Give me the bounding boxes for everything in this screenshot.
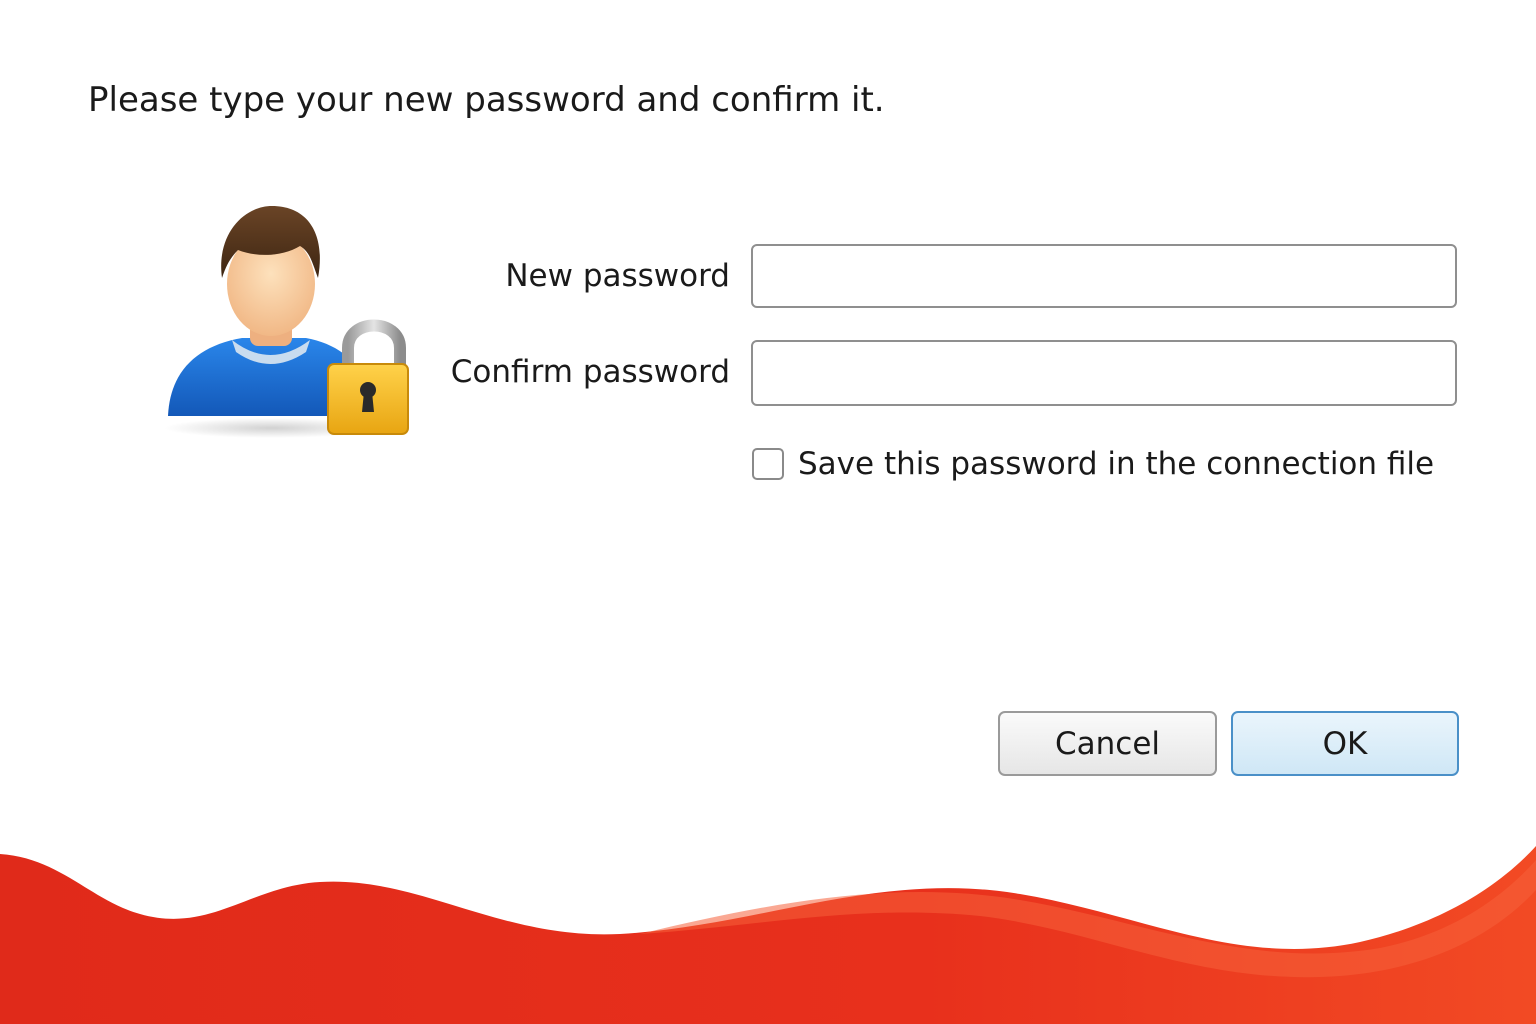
user-padlock-icon [164,206,409,438]
decorative-red-wave [0,846,1536,1024]
confirm-password-label: Confirm password [450,354,730,390]
save-password-option[interactable]: Save this password in the connection fil… [752,444,1434,484]
new-password-label: New password [505,258,730,294]
ok-button[interactable]: OK [1231,711,1459,776]
instruction-text: Please type your new password and confir… [88,80,885,120]
save-password-checkbox[interactable] [752,448,784,480]
save-password-label[interactable]: Save this password in the connection fil… [798,446,1434,482]
change-password-dialog: Please type your new password and confir… [0,0,1536,1024]
new-password-input[interactable] [751,244,1457,308]
cancel-button[interactable]: Cancel [998,711,1217,776]
confirm-password-input[interactable] [751,340,1457,406]
